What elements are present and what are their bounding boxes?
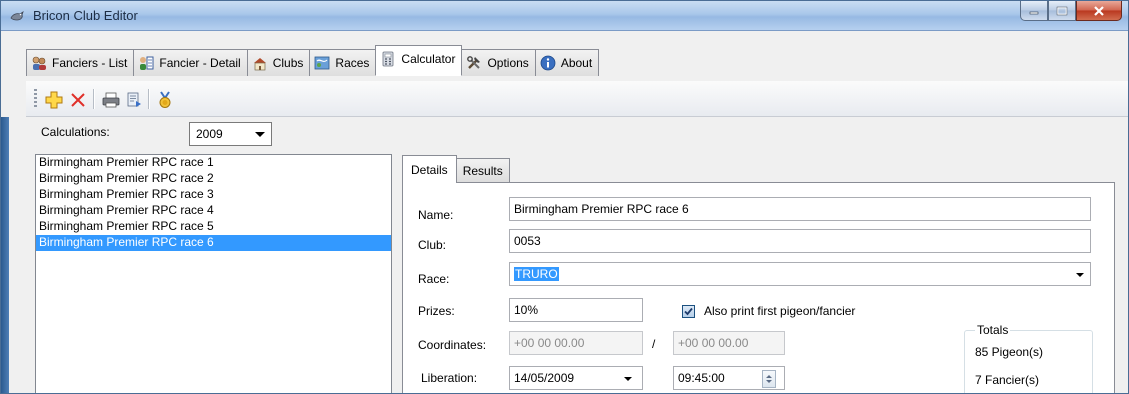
- race-list-item[interactable]: Birmingham Premier RPC race 3: [36, 187, 391, 203]
- medal-button[interactable]: [154, 89, 176, 111]
- maximize-button[interactable]: [1048, 1, 1076, 21]
- club-label: Club:: [418, 238, 447, 252]
- minimize-icon: [1029, 11, 1039, 14]
- left-frame-edge: [1, 117, 9, 393]
- liberation-date-picker[interactable]: 14/05/2009: [509, 366, 643, 390]
- add-button[interactable]: [43, 89, 65, 111]
- race-value: TRURO: [514, 267, 559, 281]
- tab-label: Clubs: [272, 56, 304, 70]
- calculator-icon: [383, 51, 394, 67]
- tab-label: Fancier - Detail: [159, 56, 241, 70]
- race-list-item[interactable]: Birmingham Premier RPC race 5: [36, 219, 391, 235]
- fancier-detail-icon: [140, 56, 154, 70]
- checkmark-icon: [684, 307, 693, 316]
- close-button[interactable]: [1076, 1, 1122, 21]
- calculations-label: Calculations:: [41, 125, 110, 139]
- tab-details[interactable]: Details: [402, 155, 457, 183]
- tab-label: Fanciers - List: [52, 56, 128, 70]
- tab-clubs[interactable]: Clubs: [246, 49, 311, 76]
- time-spinner[interactable]: [762, 370, 776, 388]
- coordinate-value-2: +00 00 00.00: [678, 336, 749, 350]
- coordinate-separator: /: [652, 337, 656, 351]
- coordinate-field-1: +00 00 00.00: [509, 331, 643, 355]
- fanciers-list-icon: [32, 56, 46, 70]
- totals-group: Totals 85 Pigeon(s) 7 Fancier(s): [964, 323, 1093, 393]
- races-icon: [315, 56, 330, 70]
- race-label: Race:: [418, 272, 450, 286]
- add-icon: [45, 91, 63, 109]
- clubs-icon: [253, 58, 266, 71]
- window-title: Bricon Club Editor: [33, 8, 138, 23]
- delete-button[interactable]: [67, 89, 89, 111]
- toolbar-separator: [93, 89, 94, 109]
- race-list-item[interactable]: Birmingham Premier RPC race 1: [36, 155, 391, 171]
- calendar-dropdown-icon: [624, 377, 632, 381]
- tab-races[interactable]: Races: [309, 49, 377, 76]
- tab-results[interactable]: Results: [455, 158, 510, 183]
- toolbar-grip[interactable]: [34, 89, 37, 109]
- coordinates-label: Coordinates:: [418, 338, 487, 352]
- tab-label: Options: [487, 56, 529, 70]
- prizes-field[interactable]: 10%: [509, 298, 643, 322]
- app-pigeon-icon: [10, 11, 24, 21]
- chevron-down-icon: [1076, 273, 1084, 277]
- main-tab-strip: Fanciers - List Fancier - Detail Clubs R…: [26, 45, 600, 76]
- total-fanciers: 7 Fancier(s): [975, 373, 1040, 387]
- app-window: Bricon Club Editor Fanciers - List Fanci…: [0, 0, 1129, 394]
- race-list[interactable]: Birmingham Premier RPC race 1 Birmingham …: [35, 154, 392, 393]
- liberation-label: Liberation:: [421, 371, 478, 385]
- medal-icon: [159, 91, 171, 108]
- toolbar: [26, 81, 1128, 117]
- info-icon: [540, 55, 556, 71]
- name-label: Name:: [418, 208, 454, 222]
- print-button[interactable]: [100, 89, 122, 111]
- prizes-label: Prizes:: [418, 304, 455, 318]
- race-list-item[interactable]: Birmingham Premier RPC race 6: [36, 235, 391, 251]
- tab-fancier-detail[interactable]: Fancier - Detail: [133, 49, 248, 76]
- name-value: Birmingham Premier RPC race 6: [514, 202, 689, 216]
- tools-icon: [467, 56, 481, 69]
- race-dropdown[interactable]: TRURO: [509, 262, 1091, 286]
- coordinate-value-1: +00 00 00.00: [514, 336, 585, 350]
- window-controls: [1020, 1, 1122, 21]
- totals-legend: Totals: [975, 323, 1011, 337]
- race-list-item[interactable]: Birmingham Premier RPC race 4: [36, 203, 391, 219]
- liberation-time-value: 09:45:00: [678, 371, 725, 385]
- maximize-icon: [1056, 6, 1068, 15]
- export-icon: [127, 92, 141, 107]
- tab-options[interactable]: Options: [461, 49, 536, 76]
- tab-label: Calculator: [401, 52, 456, 66]
- year-dropdown[interactable]: 2009: [189, 122, 272, 146]
- prizes-value: 10%: [514, 303, 539, 317]
- tab-fanciers-list[interactable]: Fanciers - List: [26, 49, 135, 76]
- dropdown-arrow-icon: [255, 132, 265, 137]
- tab-calculator[interactable]: Calculator: [375, 45, 463, 76]
- year-value: 2009: [196, 127, 223, 141]
- print-icon: [102, 92, 120, 108]
- total-pigeons: 85 Pigeon(s): [975, 345, 1044, 359]
- delete-icon: [71, 93, 85, 107]
- name-field[interactable]: Birmingham Premier RPC race 6: [509, 197, 1091, 221]
- tab-label: About: [560, 56, 593, 70]
- liberation-date-value: 14/05/2009: [514, 371, 575, 385]
- coordinate-field-2: +00 00 00.00: [673, 331, 785, 355]
- export-button[interactable]: [123, 89, 145, 111]
- race-list-item[interactable]: Birmingham Premier RPC race 2: [36, 171, 391, 187]
- club-value: 0053: [514, 234, 541, 248]
- tab-about[interactable]: About: [534, 49, 600, 76]
- toolbar-separator: [148, 89, 149, 109]
- also-print-checkbox[interactable]: [682, 305, 695, 318]
- title-bar[interactable]: Bricon Club Editor: [1, 1, 1128, 31]
- detail-tab-strip: Details Results: [402, 155, 510, 183]
- minimize-button[interactable]: [1020, 1, 1048, 21]
- spin-arrows-icon: [766, 375, 772, 383]
- club-field[interactable]: 0053: [509, 229, 1091, 253]
- close-icon: [1094, 5, 1104, 16]
- tab-label: Races: [335, 56, 370, 70]
- also-print-label: Also print first pigeon/fancier: [704, 304, 856, 318]
